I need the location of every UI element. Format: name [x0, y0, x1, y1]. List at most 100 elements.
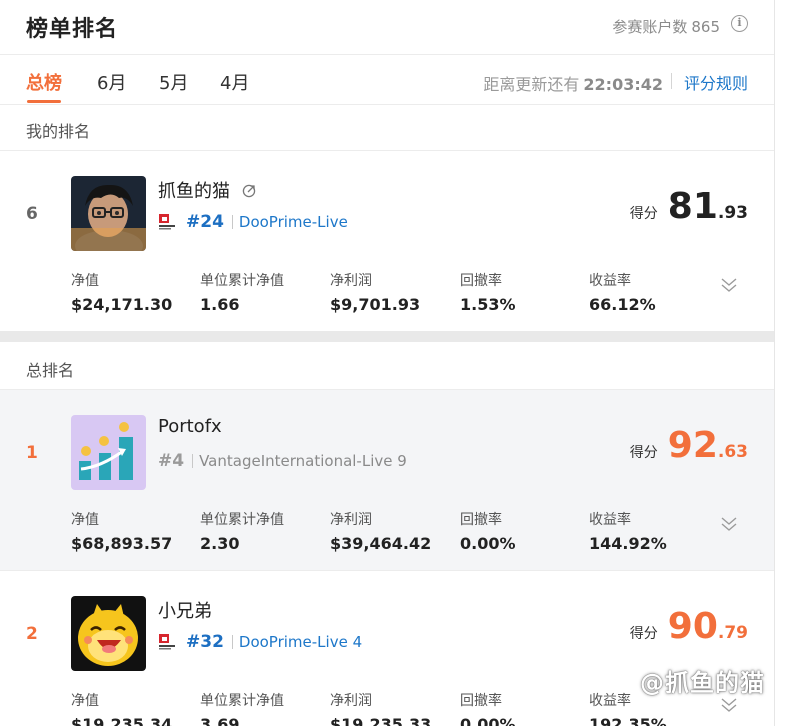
- stat-value: 144.92%: [589, 534, 667, 553]
- stat-label: 净值: [71, 693, 99, 709]
- stat-value: $39,464.42: [330, 534, 432, 553]
- rank-number: 1: [26, 443, 38, 463]
- score-label: 得分: [629, 626, 658, 642]
- period-tabs: 总榜 6月 5月 4月 距离更新还有 22:03:42 评分规则: [0, 54, 774, 105]
- score-label: 得分: [629, 445, 658, 461]
- ranking-row[interactable]: 2 小兄弟 #32 DooPrime-Live 4 得分 90 .79 净值 $…: [0, 571, 774, 726]
- section-overall: 总排名: [26, 361, 75, 380]
- stat-value: $24,171.30: [71, 295, 173, 314]
- stat-label: 单位累计净值: [200, 512, 284, 528]
- stat-net-profit: 净利润 $19,235.33: [330, 690, 431, 726]
- chevron-double-down-icon[interactable]: [720, 516, 738, 532]
- stat-value: $19,235.34: [71, 715, 173, 726]
- stat-value: $9,701.93: [330, 295, 421, 314]
- stat-label: 净利润: [330, 693, 372, 709]
- trader-name[interactable]: 抓鱼的猫: [158, 181, 230, 202]
- broker-logo-icon: [159, 214, 175, 230]
- stat-label: 净值: [71, 273, 99, 289]
- external-link-icon[interactable]: [242, 184, 256, 198]
- trader-name[interactable]: 小兄弟: [158, 601, 212, 622]
- score-decimal: .63: [717, 442, 748, 462]
- active-tab-indicator: [27, 100, 61, 103]
- stat-unit-nav: 单位累计净值 3.69: [200, 690, 284, 726]
- stat-value: 1.53%: [460, 295, 516, 314]
- stat-label: 单位累计净值: [200, 273, 284, 289]
- rank-number: 2: [26, 624, 38, 644]
- broker-logo-icon: [159, 634, 175, 650]
- stat-label: 收益率: [589, 512, 631, 528]
- stat-value: $19,235.33: [330, 715, 432, 726]
- participants-number: 865: [691, 18, 720, 36]
- stat-value: 3.69: [200, 715, 240, 726]
- leaderboard-panel: 榜单排名 参赛账户数 865 i 总榜 6月 5月 4月 距离更新还有 22:03:…: [0, 0, 775, 726]
- trader-meta: #4 VantageInternational-Live 9: [158, 450, 407, 472]
- divider: [231, 215, 233, 229]
- stat-value: 0.00%: [460, 534, 516, 553]
- avatar[interactable]: [71, 415, 146, 490]
- stat-unit-nav: 单位累计净值 2.30: [200, 509, 284, 553]
- divider: [671, 73, 672, 89]
- stat-return: 收益率 66.12%: [589, 270, 656, 314]
- stat-value: 2.30: [200, 534, 240, 553]
- ranking-row[interactable]: 1 Portofx #4 VantageInternational-Live 9: [0, 390, 774, 570]
- server-name[interactable]: DooPrime-Live: [239, 213, 348, 231]
- section-spacer: [0, 331, 774, 342]
- stat-value: $68,893.57: [71, 534, 173, 553]
- server-rank: #32: [186, 632, 224, 652]
- stat-value: 1.66: [200, 295, 240, 314]
- score-decimal: .79: [717, 623, 748, 643]
- stat-net-profit: 净利润 $39,464.42: [330, 509, 431, 553]
- stat-net-profit: 净利润 $9,701.93: [330, 270, 420, 314]
- stat-value: 66.12%: [589, 295, 656, 314]
- section-my-rank: 我的排名: [26, 122, 91, 141]
- avatar[interactable]: [71, 596, 146, 671]
- stat-nav: 净值 $19,235.34: [71, 690, 172, 726]
- my-rank-card[interactable]: 6 抓鱼的猫 #24 DooPrime-Live 得分 81 .93 净值 $2…: [0, 151, 774, 331]
- stat-drawdown: 回撤率 0.00%: [460, 690, 516, 726]
- trader-name-line: 小兄弟: [158, 597, 212, 623]
- scoring-rules-link[interactable]: 评分规则: [684, 70, 748, 94]
- stat-label: 净利润: [330, 273, 372, 289]
- info-icon[interactable]: i: [731, 15, 748, 32]
- tab-april[interactable]: 4月: [220, 69, 249, 95]
- trader-name[interactable]: Portofx: [158, 416, 222, 437]
- score-integer: 90: [667, 606, 718, 647]
- chevron-double-down-icon[interactable]: [720, 697, 738, 713]
- stat-drawdown: 回撤率 0.00%: [460, 509, 516, 553]
- stat-label: 净值: [71, 512, 99, 528]
- tab-overall[interactable]: 总榜: [26, 69, 62, 95]
- stat-label: 单位累计净值: [200, 693, 284, 709]
- server-name[interactable]: DooPrime-Live 4: [239, 633, 362, 651]
- stat-drawdown: 回撤率 1.53%: [460, 270, 516, 314]
- server-name[interactable]: VantageInternational-Live 9: [199, 452, 407, 470]
- participants-count: 参赛账户数 865: [612, 16, 720, 37]
- trader-name-line: Portofx: [158, 416, 222, 437]
- server-rank: #24: [186, 212, 224, 232]
- stat-label: 净利润: [330, 512, 372, 528]
- leaderboard-header: 榜单排名 参赛账户数 865 i: [0, 0, 774, 55]
- stat-value: 0.00%: [460, 715, 516, 726]
- stat-nav: 净值 $68,893.57: [71, 509, 172, 553]
- score-integer: 92: [667, 425, 718, 466]
- update-countdown: 距离更新还有 22:03:42: [483, 71, 663, 95]
- server-rank: #4: [158, 451, 185, 471]
- score: 得分 92 .63: [630, 425, 748, 466]
- stat-label: 回撤率: [460, 693, 502, 709]
- avatar[interactable]: [71, 176, 146, 251]
- stat-unit-nav: 单位累计净值 1.66: [200, 270, 284, 314]
- score: 得分 81 .93: [630, 186, 748, 227]
- countdown-time: 22:03:42: [583, 75, 663, 94]
- trader-meta: #32 DooPrime-Live 4: [158, 631, 362, 653]
- tab-june[interactable]: 6月: [97, 69, 126, 95]
- rank-number: 6: [26, 204, 38, 224]
- trader-name-line: 抓鱼的猫: [158, 177, 256, 203]
- tab-may[interactable]: 5月: [159, 69, 188, 95]
- chevron-double-down-icon[interactable]: [720, 277, 738, 293]
- stat-label: 收益率: [589, 273, 631, 289]
- score-integer: 81: [667, 186, 718, 227]
- stat-nav: 净值 $24,171.30: [71, 270, 172, 314]
- stat-label: 回撤率: [460, 273, 502, 289]
- page-title: 榜单排名: [26, 17, 119, 42]
- countdown-label: 距离更新还有: [483, 75, 580, 94]
- divider: [231, 635, 233, 649]
